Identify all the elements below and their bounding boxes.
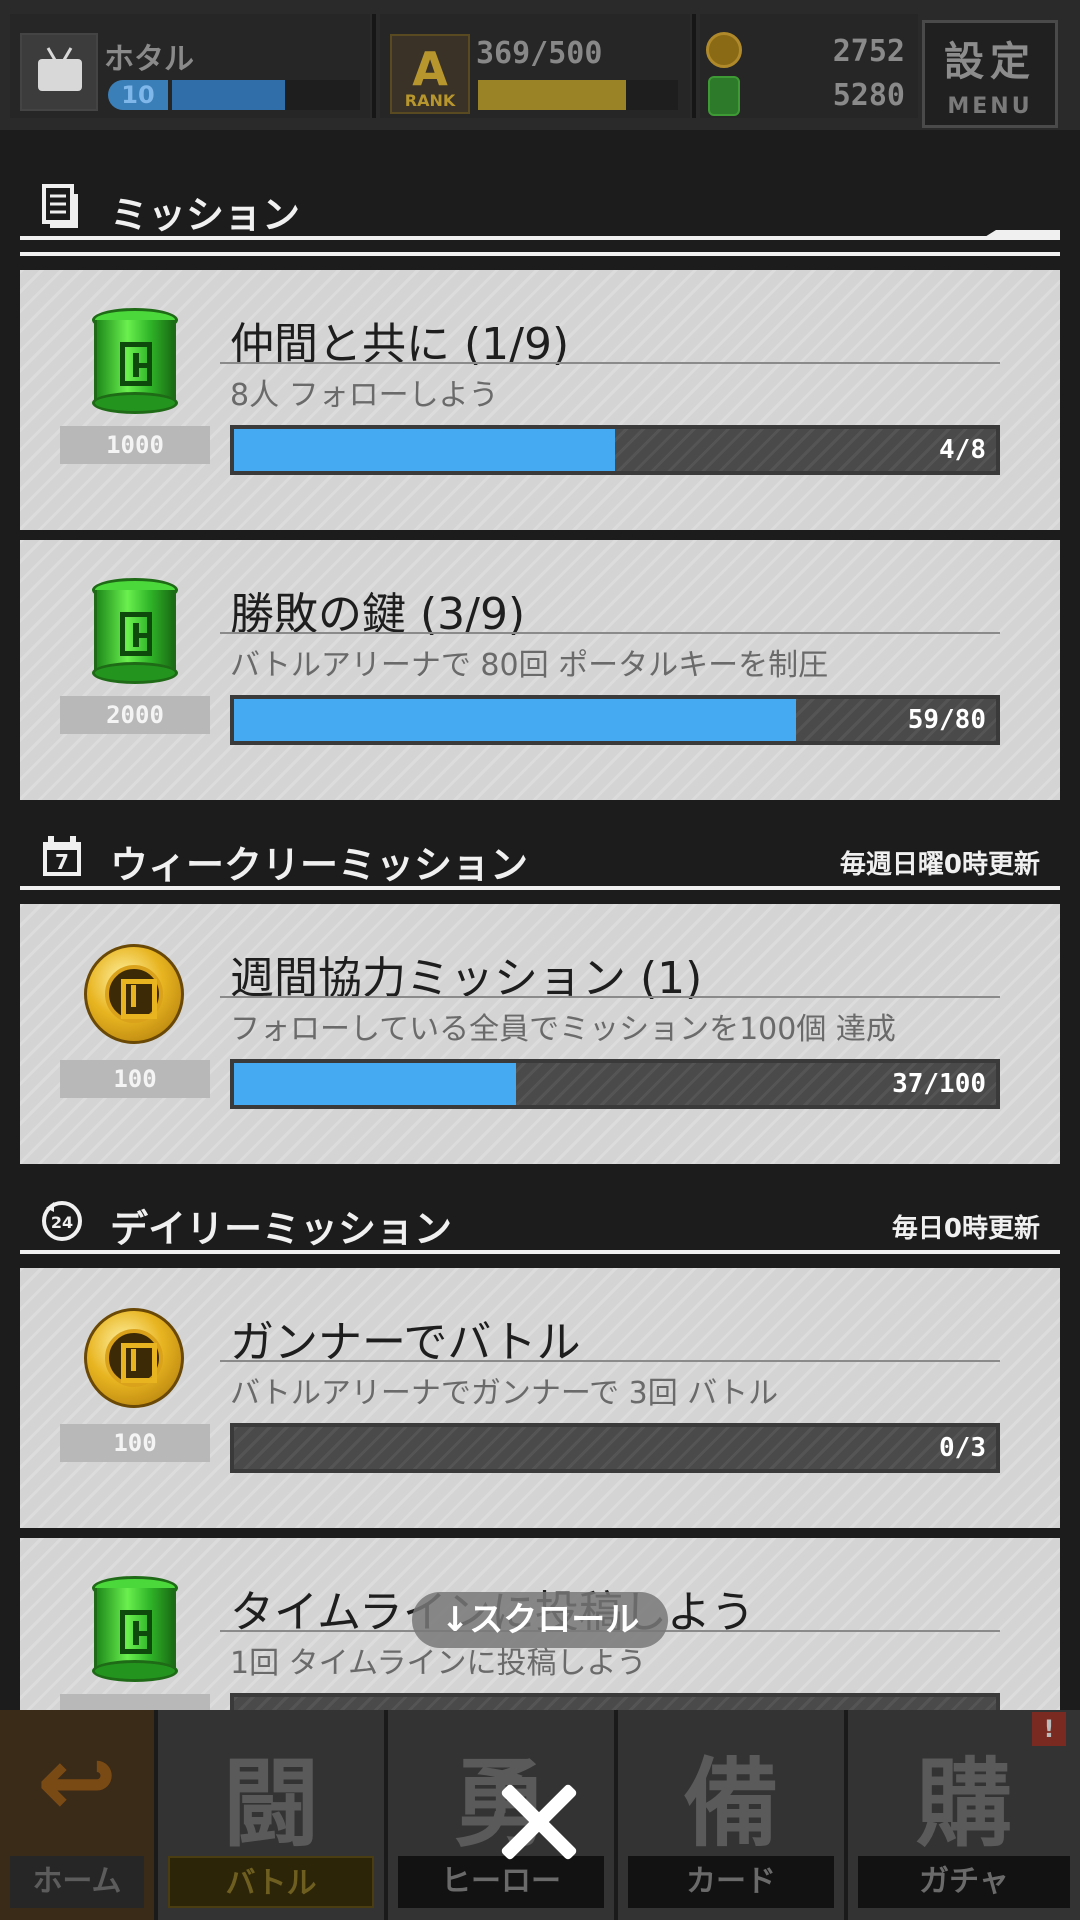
reward-amount: 100 [60, 1060, 210, 1098]
progress-text: 4/8 [939, 435, 986, 465]
mission-card[interactable]: 1000 仲間と共に (1/9) 8人 フォローしよう 4/8 [20, 270, 1060, 530]
divider [220, 1360, 1000, 1362]
rank-label: RANK [404, 91, 456, 110]
section-header-weekly: 7 ウィークリーミッション 毎週日曜0時更新 [20, 820, 1060, 890]
gold-coin-count: 2752 [832, 34, 905, 69]
rank-progress-bar [478, 80, 678, 110]
mission-list[interactable]: ミッション 1000 仲間と共に (1/9) 8人 フォローしよう 4/8 20… [0, 130, 1080, 1710]
green-coin-count: 5280 [832, 78, 905, 113]
level-progress-bar [172, 80, 360, 110]
nav-battle[interactable]: 闘 バトル [158, 1710, 388, 1920]
rank-progress-fill [478, 80, 626, 110]
svg-text:24: 24 [51, 1213, 73, 1232]
svg-text:7: 7 [55, 850, 69, 874]
notification-badge: ! [1032, 1712, 1066, 1746]
divider [20, 1250, 1060, 1254]
menu-kanji: 設定 [944, 39, 1036, 85]
mission-progress-bar: 37/100 [230, 1059, 1000, 1109]
mission-progress-bar [230, 1693, 1000, 1710]
tv-icon [38, 59, 82, 91]
mission-card[interactable]: 2000 勝敗の鍵 (3/9) バトルアリーナで 80回 ポータルキーを制圧 5… [20, 540, 1060, 800]
mission-progress-bar: 59/80 [230, 695, 1000, 745]
divider [220, 362, 1000, 364]
divider [20, 886, 1060, 890]
gold-coin-icon [84, 944, 184, 1050]
level-progress-fill [172, 80, 285, 110]
progress-fill [234, 429, 615, 471]
progress-fill [234, 1063, 516, 1105]
mission-progress-bar: 4/8 [230, 425, 1000, 475]
close-icon[interactable] [496, 1780, 580, 1864]
username: ホタル [104, 42, 194, 77]
rank-progress-text: 369/500 [476, 36, 603, 71]
section-title: ウィークリーミッション [110, 843, 529, 887]
divider [20, 236, 1060, 240]
nav-label: カード [628, 1856, 834, 1908]
progress-fill [234, 699, 796, 741]
gacha-icon: 購 [916, 1748, 1012, 1860]
nav-gacha[interactable]: 購 ガチャ ! [848, 1710, 1080, 1920]
reward-amount: 100 [60, 1424, 210, 1462]
mission-description: 8人 フォローしよう [230, 378, 499, 413]
reward-amount [60, 1694, 210, 1710]
gold-coin-icon [84, 1308, 184, 1414]
green-can-icon [92, 578, 178, 684]
nav-label: バトル [168, 1856, 374, 1908]
green-can-icon [92, 308, 178, 414]
nav-label: ホーム [10, 1856, 144, 1908]
battle-icon: 闘 [223, 1748, 319, 1860]
divider [372, 14, 376, 118]
reward-amount: 1000 [60, 426, 210, 464]
nav-label: ガチャ [858, 1856, 1070, 1908]
rank-letter: A [412, 42, 448, 96]
mission-description: バトルアリーナでガンナーで 3回 バトル [230, 1376, 779, 1411]
card-icon: 備 [683, 1748, 779, 1860]
gold-coin-icon [706, 32, 742, 68]
progress-text: 59/80 [907, 705, 986, 735]
nav-home[interactable]: ↩ ホーム [0, 1710, 158, 1920]
green-can-icon [92, 1576, 178, 1682]
divider [220, 632, 1000, 634]
divider [220, 996, 1000, 998]
section-title: デイリーミッション [110, 1207, 453, 1251]
progress-text: 37/100 [892, 1069, 986, 1099]
settings-menu-button[interactable]: 設定 MENU [922, 20, 1058, 128]
section-title: ミッション [110, 193, 301, 237]
reward-amount: 2000 [60, 696, 210, 734]
mission-description: フォローしている全員でミッションを100個 達成 [230, 1012, 896, 1047]
avatar[interactable] [20, 33, 98, 111]
section-update-note: 毎週日曜0時更新 [839, 850, 1040, 880]
back-arrow-icon: ↩ [36, 1726, 118, 1838]
mission-card[interactable]: 100 ガンナーでバトル バトルアリーナでガンナーで 3回 バトル 0/3 [20, 1268, 1060, 1528]
clock-24-icon: 24 [42, 1201, 82, 1241]
divider [20, 252, 1060, 256]
green-can-icon [708, 76, 740, 116]
section-header-daily: 24 デイリーミッション 毎日0時更新 [20, 1184, 1060, 1254]
progress-text: 0/3 [939, 1433, 986, 1463]
rank-icon: A RANK [390, 34, 470, 114]
divider [692, 14, 696, 118]
section-update-note: 毎日0時更新 [891, 1214, 1040, 1244]
menu-label: MENU [947, 94, 1033, 119]
nav-card[interactable]: 備 カード [618, 1710, 848, 1920]
level-badge: 10 [108, 80, 168, 110]
document-icon [42, 184, 78, 228]
mission-progress-bar: 0/3 [230, 1423, 1000, 1473]
scroll-hint: ↓スクロール [412, 1592, 668, 1648]
divider-accent [980, 230, 1060, 240]
mission-card[interactable]: 100 週間協力ミッション (1) フォローしている全員でミッションを100個 … [20, 904, 1060, 1164]
section-header-mission: ミッション [20, 170, 1060, 240]
calendar-icon: 7 [43, 836, 81, 876]
status-bar: ホタル 10 A RANK 369/500 2752 5280 設定 MENU [0, 0, 1080, 130]
mission-description: バトルアリーナで 80回 ポータルキーを制圧 [230, 648, 829, 683]
